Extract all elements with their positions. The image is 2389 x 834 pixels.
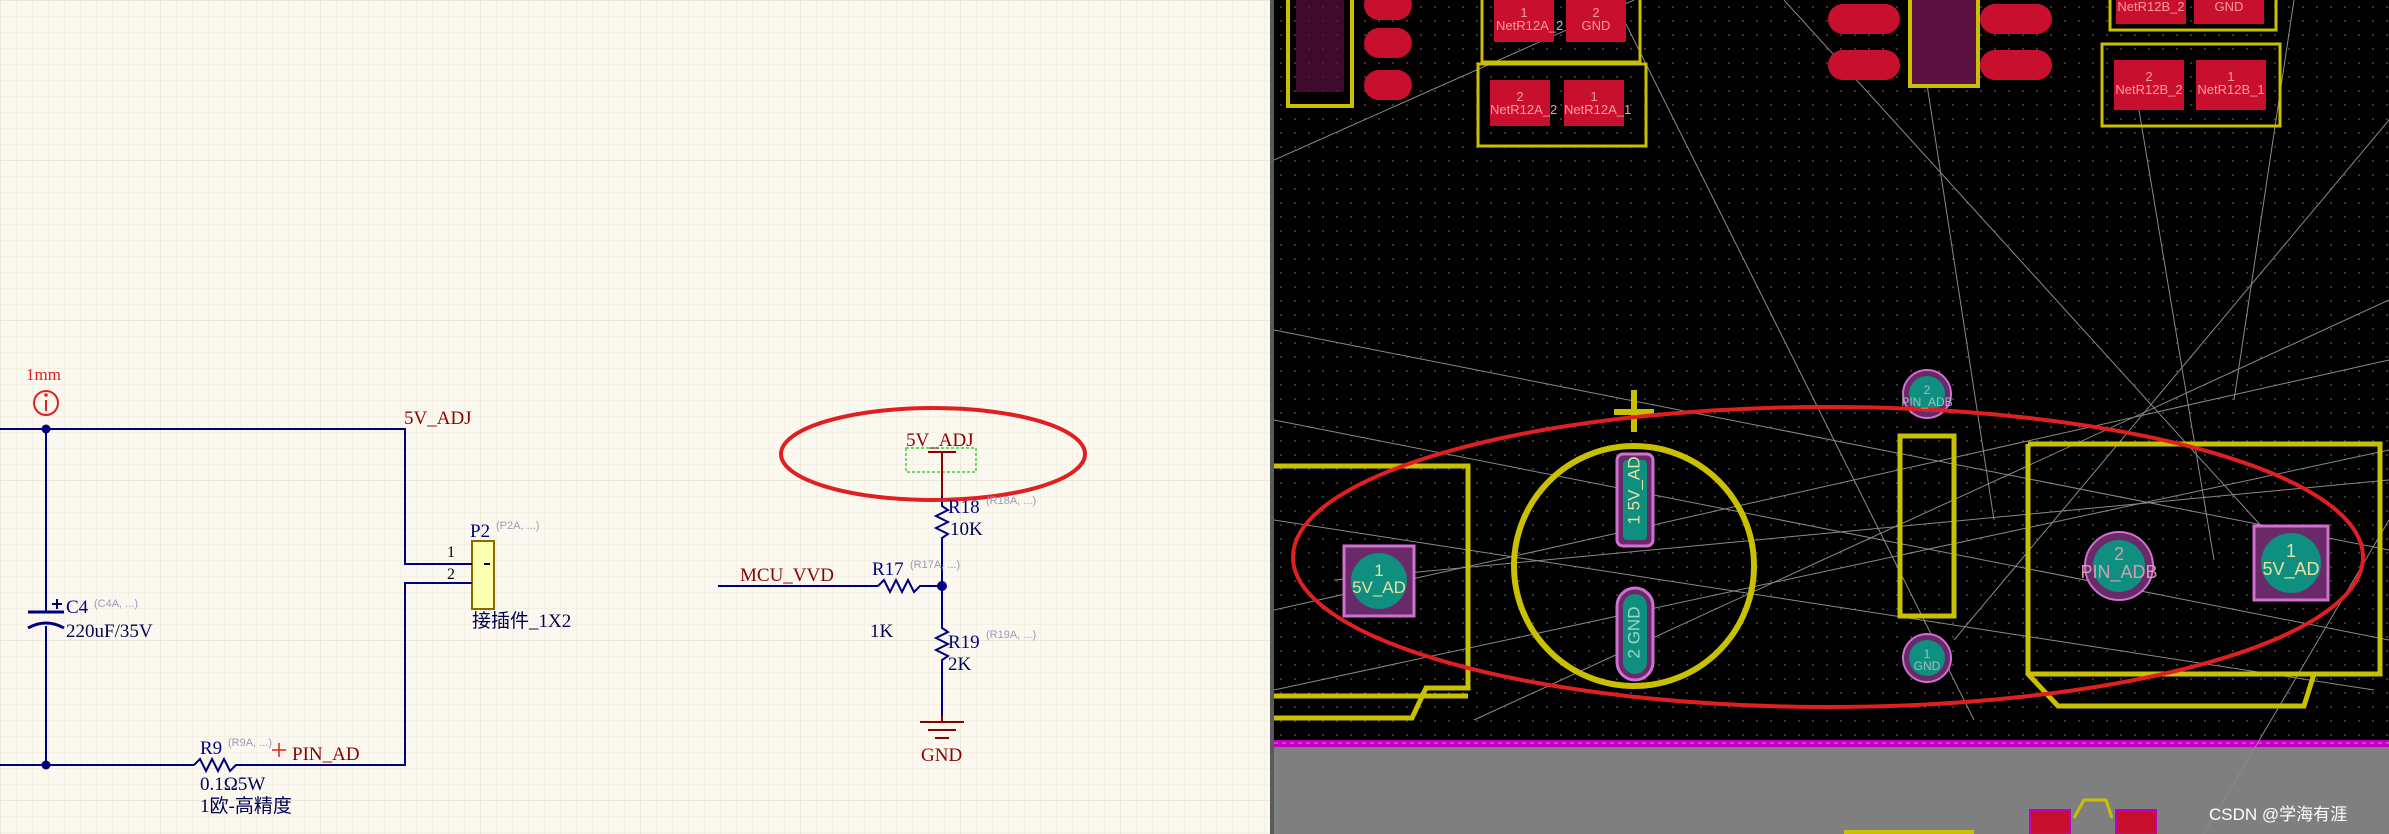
pad-label: 1 NetR12A_1 [1564,89,1632,117]
pad-label: 2 NetR12A_2 [1490,89,1558,117]
p2-ref: (P2A, ...) [496,520,540,532]
p2-pin2-number: 2 [447,566,455,583]
pad-label: NetR12B_2 [2117,0,2185,14]
pad-cap-pos-label[interactable]: 1 5V_AD [1625,443,1644,539]
pad-cap-neg-label[interactable]: 2 GND [1625,585,1644,681]
r18-designator[interactable]: R18 [948,498,980,517]
pad-label: 1 NetR12A_2 [1496,5,1564,33]
r19-value[interactable]: 2K [948,655,971,674]
r18-ref: (R18A, ...) [986,495,1037,507]
r18-value[interactable]: 10K [950,520,983,539]
r17-designator[interactable]: R17 [872,560,904,579]
power-port-5v-adj[interactable]: 5V_ADJ [906,431,974,450]
p2-designator[interactable]: P2 [470,522,490,541]
schematic-wires [0,390,1087,774]
pad-label: 1 NetR12B_1 [2197,69,2265,97]
r19-ref: (R19A, ...) [986,629,1037,641]
pad-j-left-label[interactable]: 1 5V_AD [1344,562,1414,596]
pad-label: GND [2214,0,2244,14]
screenshot-root: 1mm 5V_ADJ C4 (C4A, ...) 220uF/35V R9 (R… [0,0,2389,834]
pad-label: 2 GND [1581,5,1611,33]
pad-conn-pin2-label[interactable]: 2 PIN_ADB [2069,545,2169,581]
p2-pin1-number: 1 [447,544,455,561]
pad-label: 2 NetR12B_2 [2115,69,2183,97]
pcb-canvas[interactable]: 1 NetR12A_2 2 GND 2 NetR12A_2 1 NetR12A_1 Ne… [1274,0,2389,834]
c4-ref: (C4A, ...) [94,598,139,610]
c4-value[interactable]: 220uF/35V [66,622,153,641]
net-label-pin-ad[interactable]: PIN_AD [292,745,360,764]
c4-designator[interactable]: C4 [66,598,88,617]
r17-value[interactable]: 1K [870,622,893,641]
r9-designator[interactable]: R9 [200,739,222,758]
r9-comment[interactable]: 1欧-高精度 [200,797,292,816]
r19-designator[interactable]: R19 [948,633,980,652]
net-label-5v-adj[interactable]: 5V_ADJ [404,409,472,428]
schematic-canvas[interactable]: 1mm 5V_ADJ C4 (C4A, ...) 220uF/35V R9 (R… [0,0,1270,834]
highlight-ellipse-schematic [779,406,1087,502]
via-bottom-label[interactable]: 1 GND [1887,648,1967,672]
r9-value[interactable]: 0.1Ω5W [200,775,265,794]
via-top-label[interactable]: 2 PIN_ADB [1887,384,1967,408]
r9-ref: (R9A, ...) [228,737,273,749]
p2-connector-body[interactable] [471,540,495,610]
pad-conn-pin1-label[interactable]: 1 5V_AD [2254,542,2328,578]
pcb-layers [1274,0,2389,834]
clearance-label: 1mm [26,365,61,384]
net-label-mcu-vvd[interactable]: MCU_VVD [740,566,834,585]
p2-value[interactable]: 接插件_1X2 [472,612,571,631]
csdn-watermark: CSDN @学海有涯 [2209,805,2348,824]
r17-ref: (R17A, ...) [910,559,961,571]
power-port-gnd[interactable]: GND [921,746,962,765]
